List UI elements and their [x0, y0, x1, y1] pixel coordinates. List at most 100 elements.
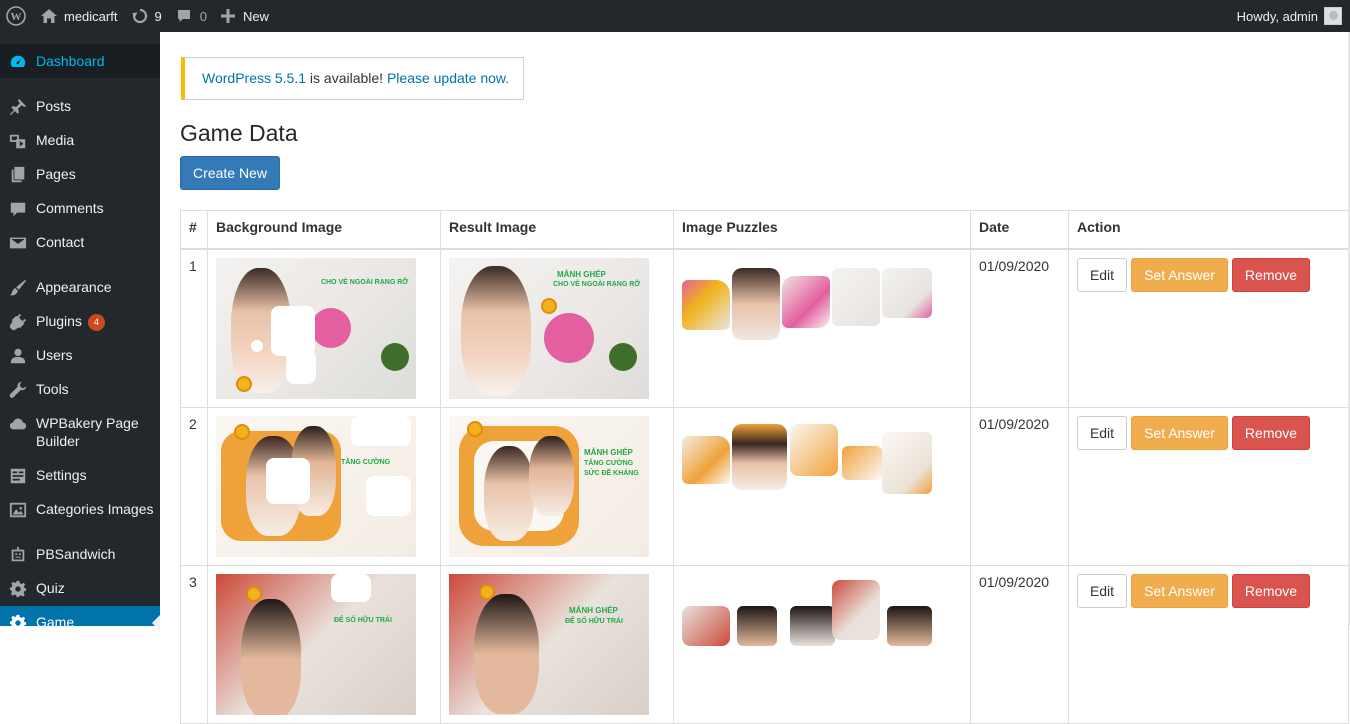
menu-item-wpbakery[interactable]: WPBakery Page Builder: [0, 414, 160, 450]
image-caption: TĂNG CƯỜNG: [341, 458, 391, 466]
settings-icon: [0, 466, 36, 485]
image-caption: MẢNH GHÉP: [569, 605, 618, 615]
new-label: New: [242, 8, 269, 24]
menu-item-quiz[interactable]: Quiz: [0, 579, 160, 598]
background-image-cell: CHO VẺ NGOÀI RẠNG RỠ: [207, 248, 441, 408]
menu-item-game[interactable]: Game: [0, 606, 160, 632]
menu-item-settings[interactable]: Settings: [0, 466, 160, 485]
comment-bubble-icon: [177, 10, 190, 22]
menu-label: PBSandwich: [36, 546, 116, 562]
menu-item-appearance[interactable]: Appearance: [0, 278, 160, 297]
menu-item-dashboard[interactable]: Dashboard: [0, 44, 160, 78]
column-header-number: #: [180, 210, 208, 250]
menu-label: Plugins 4: [36, 312, 111, 331]
puzzle-piece: [732, 423, 787, 490]
row-number: 3: [180, 564, 208, 724]
admin-menu: Dashboard Posts Media Pages Comments Con…: [0, 32, 160, 632]
menu-label: Categories Images: [36, 501, 154, 517]
user-icon: [0, 346, 36, 365]
image-caption: ĐỂ SỐ HỮU TRÁI: [334, 616, 392, 624]
new-content-link[interactable]: New: [214, 0, 276, 32]
puzzle-pieces: [682, 579, 942, 670]
puzzle-piece: [882, 267, 932, 318]
wordpress-logo-icon[interactable]: W: [0, 0, 33, 32]
media-icon: [0, 131, 36, 150]
column-header-background-image: Background Image: [207, 210, 441, 250]
column-header-image-puzzles: Image Puzzles: [673, 210, 971, 250]
menu-item-users[interactable]: Users: [0, 346, 160, 365]
result-image: MẢNH GHÉP ĐỂ SỐ HỮU TRÁI: [449, 573, 649, 715]
set-answer-button[interactable]: Set Answer: [1131, 573, 1228, 608]
image-caption: ĐỂ SỐ HỮU TRÁI: [565, 617, 623, 625]
site-name-link[interactable]: medicarft: [33, 0, 124, 32]
updates-count: 9: [154, 8, 162, 24]
edit-button[interactable]: Edit: [1077, 415, 1127, 450]
page-title: Game Data: [180, 120, 298, 146]
image-puzzles-cell: [673, 406, 971, 566]
pages-icon: [0, 165, 36, 184]
edit-button[interactable]: Edit: [1077, 257, 1127, 292]
puzzle-piece: [682, 279, 730, 330]
comments-count: 0: [199, 8, 207, 24]
menu-item-posts[interactable]: Posts: [0, 97, 160, 116]
current-menu-arrow: [152, 615, 160, 631]
image-puzzles-cell: [673, 248, 971, 408]
dashboard-icon: [0, 52, 36, 71]
menu-item-pages[interactable]: Pages: [0, 165, 160, 184]
remove-button[interactable]: Remove: [1232, 573, 1310, 608]
comments-link[interactable]: 0: [169, 0, 214, 32]
menu-item-tools[interactable]: Tools: [0, 380, 160, 399]
menu-item-comments[interactable]: Comments: [0, 199, 160, 218]
set-answer-button[interactable]: Set Answer: [1131, 257, 1228, 292]
result-image: MẢNH GHÉP TĂNG CƯỜNG SỨC ĐỀ KHÁNG: [449, 415, 649, 557]
puzzle-piece: [790, 423, 838, 476]
result-image-cell: MẢNH GHÉP TĂNG CƯỜNG SỨC ĐỀ KHÁNG: [440, 406, 674, 566]
plus-icon: [220, 9, 235, 23]
background-image: TĂNG CƯỜNG: [216, 415, 416, 557]
game-data-table: # Background Image Result Image Image Pu…: [180, 210, 1349, 724]
remove-button[interactable]: Remove: [1232, 257, 1310, 292]
howdy-greeting: Howdy, admin: [1236, 8, 1318, 24]
edit-button[interactable]: Edit: [1077, 573, 1127, 608]
table-row: 3 ĐỂ SỐ HỮU TRÁI MẢNH GHÉP ĐỂ SỐ HỮU TRÁ…: [180, 564, 1349, 724]
row-number: 2: [180, 406, 208, 566]
puzzle-piece: [682, 435, 730, 484]
menu-item-plugins[interactable]: Plugins 4: [0, 312, 160, 331]
background-image: ĐỂ SỐ HỮU TRÁI: [216, 573, 416, 715]
update-now-link[interactable]: Please update now.: [387, 70, 509, 86]
robot-icon: [0, 545, 36, 564]
my-account-link[interactable]: Howdy, admin: [1237, 7, 1350, 25]
puzzle-piece: [882, 431, 932, 494]
result-image: MẢNH GHÉP CHO VẺ NGOÀI RẠNG RỠ: [449, 257, 649, 399]
update-notice: WordPress 5.5.1 is available! Please upd…: [181, 57, 524, 100]
puzzle-piece: [842, 445, 882, 480]
gear-icon: [0, 579, 36, 598]
menu-item-contact[interactable]: Contact: [0, 233, 160, 252]
menu-item-pbsandwich[interactable]: PBSandwich: [0, 545, 160, 564]
background-image-cell: TĂNG CƯỜNG: [207, 406, 441, 566]
puzzle-piece: [782, 275, 830, 328]
action-cell: Edit Set Answer Remove: [1068, 406, 1349, 566]
image-caption: SỨC ĐỀ KHÁNG: [584, 469, 639, 477]
image-caption: TĂNG CƯỜNG: [584, 459, 634, 467]
result-image-cell: MẢNH GHÉP ĐỂ SỐ HỮU TRÁI: [440, 564, 674, 724]
site-name: medicarft: [64, 8, 118, 24]
image-caption: CHO VẺ NGOÀI RẠNG RỠ: [553, 280, 641, 288]
action-cell: Edit Set Answer Remove: [1068, 564, 1349, 724]
row-number: 1: [180, 248, 208, 408]
wordpress-version-link[interactable]: WordPress 5.5.1: [202, 70, 306, 86]
background-image: CHO VẺ NGOÀI RẠNG RỠ: [216, 257, 416, 399]
background-image-cell: ĐỂ SỐ HỮU TRÁI: [207, 564, 441, 724]
menu-item-media[interactable]: Media: [0, 131, 160, 150]
remove-button[interactable]: Remove: [1232, 415, 1310, 450]
create-new-button[interactable]: Create New: [180, 156, 280, 190]
puzzle-pieces: [682, 267, 942, 358]
menu-item-categories-images[interactable]: Categories Images: [0, 500, 160, 519]
updates-link[interactable]: 9: [124, 0, 168, 32]
menu-label: Posts: [36, 98, 72, 114]
table-header-row: # Background Image Result Image Image Pu…: [180, 210, 1349, 250]
date-cell: 01/09/2020: [970, 248, 1069, 408]
brush-icon: [0, 278, 36, 297]
column-header-result-image: Result Image: [440, 210, 674, 250]
set-answer-button[interactable]: Set Answer: [1131, 415, 1228, 450]
